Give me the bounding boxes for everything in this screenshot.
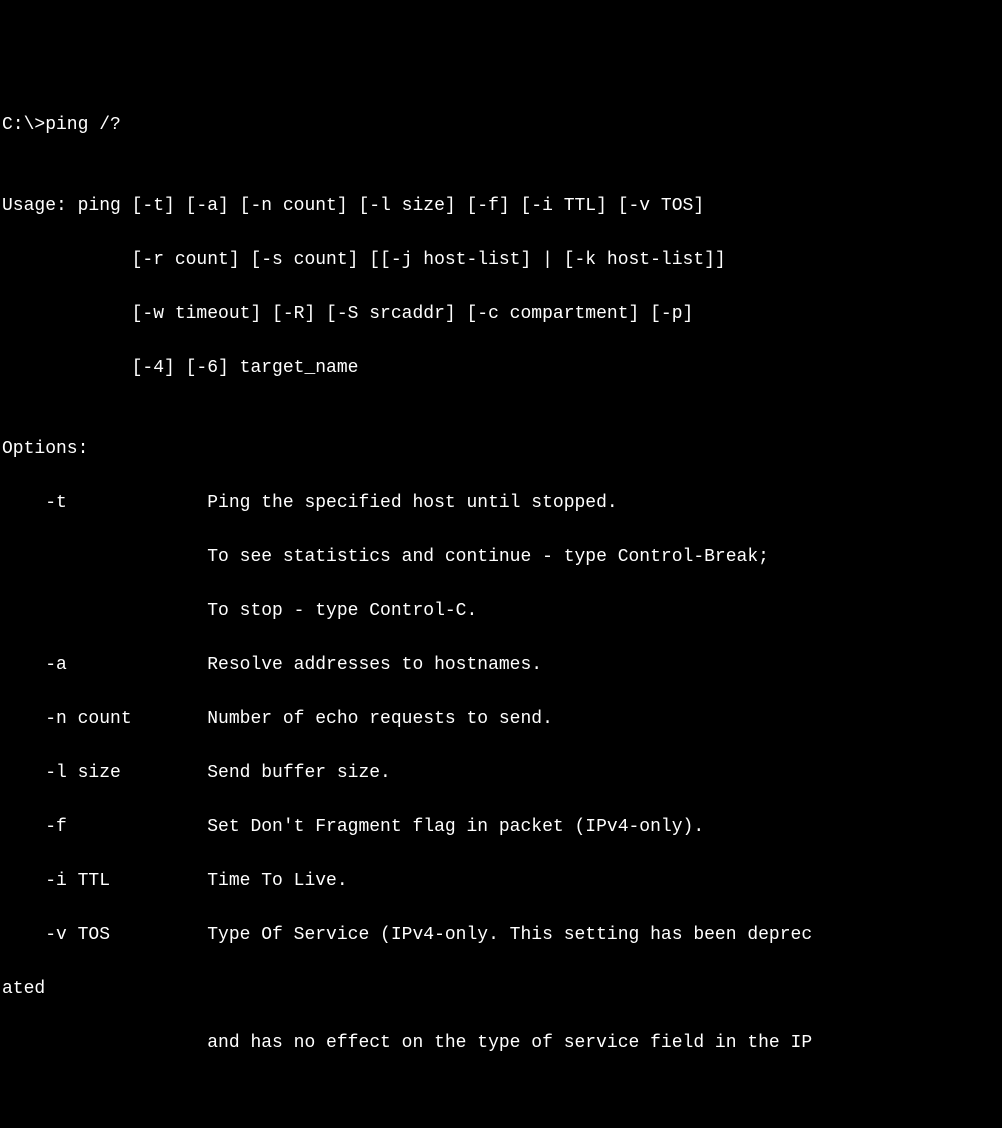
option-n-line: -n count Number of echo requests to send… — [2, 706, 1002, 733]
usage-line-3: [-w timeout] [-R] [-S srcaddr] [-c compa… — [2, 301, 1002, 328]
option-a-line: -a Resolve addresses to hostnames. — [2, 652, 1002, 679]
option-v-line-1: -v TOS Type Of Service (IPv4-only. This … — [2, 922, 1002, 949]
option-t-line-3: To stop - type Control-C. — [2, 598, 1002, 625]
usage-line-1: Usage: ping [-t] [-a] [-n count] [-l siz… — [2, 193, 1002, 220]
option-v-line-2: ated — [2, 976, 1002, 1003]
usage-line-4: [-4] [-6] target_name — [2, 355, 1002, 382]
option-t-line-2: To see statistics and continue - type Co… — [2, 544, 1002, 571]
option-t-line-1: -t Ping the specified host until stopped… — [2, 490, 1002, 517]
option-l-line: -l size Send buffer size. — [2, 760, 1002, 787]
option-i-line: -i TTL Time To Live. — [2, 868, 1002, 895]
usage-line-2: [-r count] [-s count] [[-j host-list] | … — [2, 247, 1002, 274]
option-v-line-3: and has no effect on the type of service… — [2, 1030, 1002, 1057]
option-f-line: -f Set Don't Fragment flag in packet (IP… — [2, 814, 1002, 841]
options-header: Options: — [2, 436, 1002, 463]
command-prompt-line: C:\>ping /? — [2, 112, 1002, 139]
